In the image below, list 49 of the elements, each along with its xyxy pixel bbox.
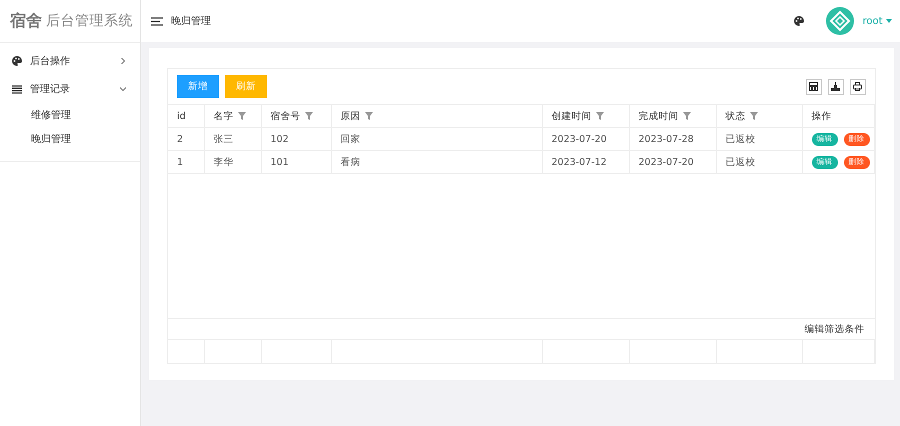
filter-icon[interactable] — [682, 112, 690, 120]
avatar-icon[interactable] — [826, 7, 854, 35]
column-header: 名字 — [204, 105, 261, 128]
sidebar-subitem[interactable]: 晚归管理 — [0, 127, 140, 151]
user-menu[interactable]: root — [862, 16, 892, 26]
table-cell: 已返校 — [716, 128, 802, 150]
column-header: 创建时间 — [542, 105, 629, 128]
menu-icon[interactable] — [151, 16, 163, 26]
sidebar-item[interactable]: 管理记录 — [0, 75, 140, 103]
filter-icon[interactable] — [596, 112, 604, 120]
sidebar-item[interactable]: 后台操作 — [0, 47, 140, 75]
table-cell: 回家 — [331, 128, 542, 150]
columns-icon[interactable] — [806, 78, 822, 94]
column-header: 宿舍号 — [261, 105, 331, 128]
filter-icon[interactable] — [238, 112, 246, 120]
palette-icon — [12, 56, 22, 66]
table-cell: 102 — [261, 128, 331, 150]
table-cell: 1 — [168, 150, 204, 174]
table-cell: 已返校 — [716, 150, 802, 174]
add-button[interactable]: 新增 — [177, 75, 219, 98]
theme-icon — [794, 16, 804, 26]
table-cell: 101 — [261, 150, 331, 174]
table-cell: 看病 — [331, 150, 542, 174]
chevron-right-icon — [120, 58, 126, 64]
table-cell: 2 — [168, 128, 204, 150]
edit-filter-link[interactable]: 编辑筛选条件 — [804, 322, 864, 336]
logo: 宿舍 后台管理系统 — [0, 0, 140, 43]
column-header: 原因 — [331, 105, 542, 128]
filter-icon[interactable] — [750, 112, 758, 120]
export-icon[interactable] — [828, 78, 844, 94]
column-header: 状态 — [716, 105, 802, 128]
table-cell: 2023-07-20 — [542, 128, 629, 150]
table-cell: 李华 — [204, 150, 261, 174]
sidebar-subitem[interactable]: 维修管理 — [0, 103, 140, 127]
column-header: id — [168, 105, 204, 128]
table-cell: 2023-07-28 — [629, 128, 716, 150]
table-cell: 2023-07-12 — [542, 150, 629, 174]
print-icon[interactable] — [850, 78, 866, 94]
caret-icon — [886, 19, 892, 23]
page-title: 晚归管理 — [171, 14, 212, 28]
list-icon — [12, 84, 22, 94]
table-cell: 2023-07-20 — [629, 150, 716, 174]
table-cell: 张三 — [204, 128, 261, 150]
chevron-down-icon — [120, 86, 126, 92]
filter-icon[interactable] — [364, 112, 372, 120]
filter-icon[interactable] — [304, 112, 312, 120]
refresh-button[interactable]: 刷新 — [225, 75, 267, 98]
column-header: 操作 — [802, 105, 874, 128]
column-header: 完成时间 — [629, 105, 716, 128]
